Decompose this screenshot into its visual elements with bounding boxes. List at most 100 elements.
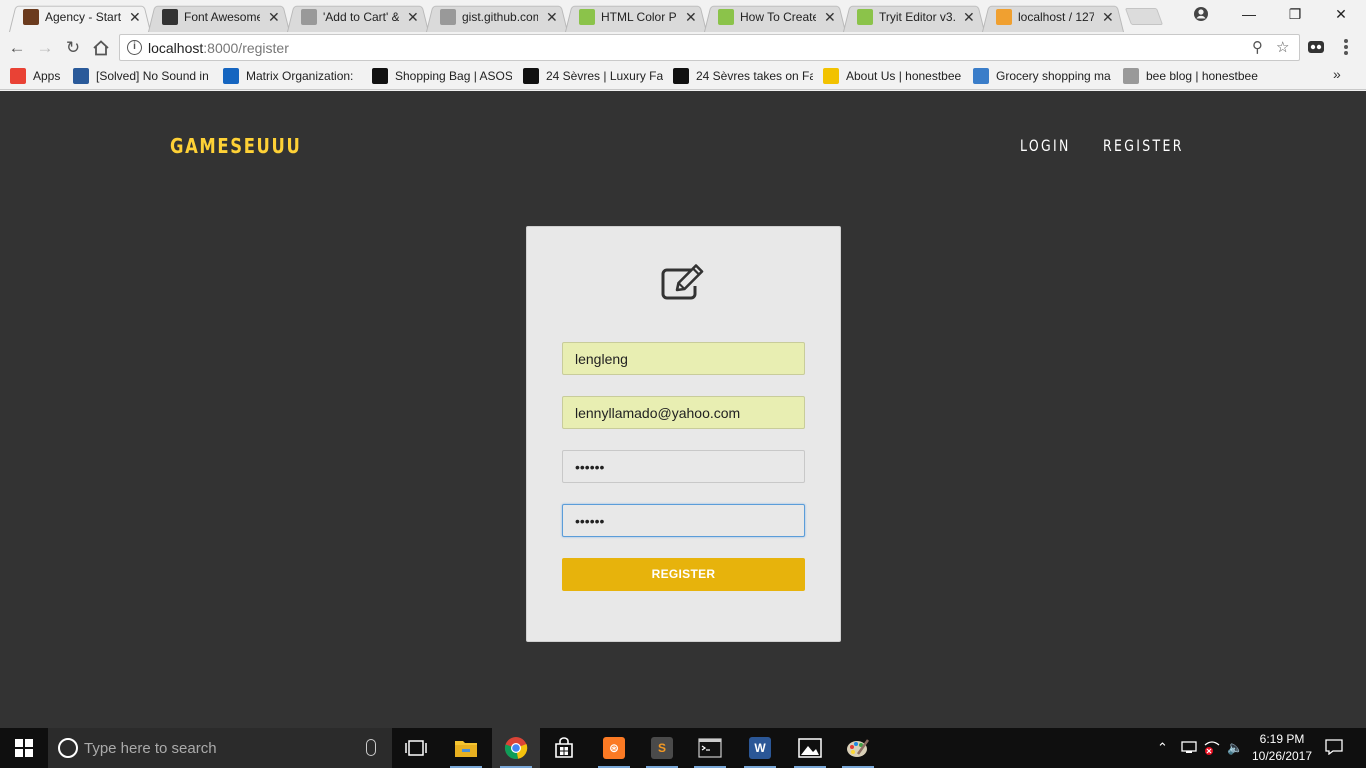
- bookmark-star-icon[interactable]: ☆: [1276, 39, 1289, 57]
- zoom-icon[interactable]: ⚲: [1252, 39, 1263, 57]
- browser-tab-strip: Agency - Start ✕ Font Awesome ✕ 'Add to Cart…: [0, 0, 1366, 33]
- url-text[interactable]: localhost:8000/register: [148, 40, 289, 56]
- bookmark-item[interactable]: Grocery shopping ma: [973, 67, 1113, 85]
- browser-tab[interactable]: Agency - Start ✕: [3, 3, 157, 32]
- browser-tab[interactable]: gist.github.com ✕: [420, 3, 574, 32]
- file-explorer-icon[interactable]: [442, 728, 490, 768]
- minimize-icon[interactable]: —: [1232, 4, 1266, 24]
- close-tab-icon[interactable]: ✕: [1102, 8, 1114, 26]
- sublime-text-icon[interactable]: S: [638, 728, 686, 768]
- browser-tab[interactable]: HTML Color Picker ✕: [559, 3, 713, 32]
- close-tab-icon[interactable]: ✕: [685, 8, 697, 26]
- close-tab-icon[interactable]: ✕: [129, 8, 141, 26]
- home-icon[interactable]: [89, 36, 113, 60]
- microphone-icon[interactable]: [366, 739, 376, 756]
- w3schools-favicon: [718, 9, 734, 25]
- site-info-icon[interactable]: i: [127, 40, 142, 55]
- task-view-icon[interactable]: [392, 728, 440, 768]
- chrome-icon[interactable]: [492, 728, 540, 768]
- phpmyadmin-favicon: [996, 9, 1012, 25]
- action-center-icon[interactable]: [1325, 739, 1343, 760]
- bookmark-label: 24 Sèvres | Luxury Fas: [546, 69, 663, 83]
- bookmark-label: [Solved] No Sound in: [96, 69, 208, 83]
- confirm-password-field[interactable]: [562, 504, 805, 537]
- start-button[interactable]: [0, 728, 48, 768]
- browser-toolbar: ← → ↻ i localhost:8000/register ⚲ ☆: [0, 33, 1366, 62]
- photos-icon[interactable]: [786, 728, 834, 768]
- system-clock[interactable]: 6:19 PM 10/26/2017: [1244, 731, 1320, 765]
- close-tab-icon[interactable]: ✕: [268, 8, 280, 26]
- browser-tab[interactable]: 'Add to Cart' & ✕: [281, 3, 435, 32]
- bookmark-label: bee blog | honestbee: [1146, 69, 1258, 83]
- restore-icon[interactable]: ❐: [1278, 4, 1312, 24]
- brand-logo[interactable]: GAMESEUUU: [170, 134, 301, 158]
- terminal-icon[interactable]: [686, 728, 734, 768]
- bookmark-item[interactable]: bee blog | honestbee: [1123, 67, 1263, 85]
- bookmark-item[interactable]: 24 Sèvres | Luxury Fas: [523, 67, 663, 85]
- clock-date: 10/26/2017: [1251, 749, 1313, 763]
- close-tab-icon[interactable]: ✕: [407, 8, 419, 26]
- bookmark-item[interactable]: Apps: [10, 67, 65, 85]
- tab-title: How To Create: [740, 10, 816, 24]
- back-arrow-icon[interactable]: ←: [5, 36, 29, 60]
- close-tab-icon[interactable]: ✕: [546, 8, 558, 26]
- taskbar-search[interactable]: Type here to search: [48, 728, 392, 768]
- browser-tab[interactable]: How To Create ✕: [698, 3, 852, 32]
- edit-icon: [661, 264, 704, 300]
- bookmark-item[interactable]: 24 Sèvres takes on Fa: [673, 67, 813, 85]
- nav-register-link[interactable]: REGISTER: [1103, 136, 1184, 155]
- matrix-favicon: [223, 68, 239, 84]
- bookmark-item[interactable]: Matrix Organization:: [223, 67, 358, 85]
- close-window-icon[interactable]: ✕: [1324, 4, 1358, 24]
- agency-favicon: [23, 9, 39, 25]
- browser-menu-icon[interactable]: [1341, 37, 1351, 57]
- asos-favicon: [372, 68, 388, 84]
- forum-favicon: [73, 68, 89, 84]
- browser-tab[interactable]: Font Awesome ✕: [142, 3, 296, 32]
- profile-icon[interactable]: [1184, 4, 1218, 24]
- bookmark-item[interactable]: About Us | honestbee: [823, 67, 963, 85]
- network-icon[interactable]: [1180, 739, 1198, 760]
- browser-tab[interactable]: Tryit Editor v3.5 ✕: [837, 3, 991, 32]
- word-icon[interactable]: W: [736, 728, 784, 768]
- email-field[interactable]: [562, 396, 805, 429]
- password-field[interactable]: [562, 450, 805, 483]
- bookmark-item[interactable]: [Solved] No Sound in: [73, 67, 208, 85]
- tab-title: Tryit Editor v3.5: [879, 10, 955, 24]
- tab-title: Agency - Start: [45, 10, 121, 24]
- register-button[interactable]: REGISTER: [562, 558, 805, 591]
- page-content: GAMESEUUU LOGIN REGISTER REGISTER: [0, 91, 1366, 728]
- tab-title: gist.github.com: [462, 10, 538, 24]
- cortana-icon: [58, 738, 78, 758]
- honestbee-favicon: [823, 68, 839, 84]
- windows-taskbar: Type here to search ⊛ S W ⌃ 🔈 6:19 PM 10…: [0, 728, 1366, 768]
- document-favicon: [301, 9, 317, 25]
- document-favicon: [440, 9, 456, 25]
- bookmark-label: 24 Sèvres takes on Fa: [696, 69, 813, 83]
- wifi-disconnected-icon[interactable]: [1203, 739, 1221, 760]
- store-icon[interactable]: [540, 728, 588, 768]
- bookmark-label: Apps: [33, 69, 61, 83]
- close-tab-icon[interactable]: ✕: [824, 8, 836, 26]
- bookmark-label: About Us | honestbee: [846, 69, 962, 83]
- new-tab-button[interactable]: [1124, 8, 1164, 25]
- extension-icon[interactable]: [1307, 38, 1325, 56]
- nav-login-link[interactable]: LOGIN: [1020, 136, 1071, 155]
- address-bar[interactable]: i localhost:8000/register ⚲ ☆: [119, 34, 1300, 61]
- tray-overflow-icon[interactable]: ⌃: [1157, 739, 1168, 757]
- flag-favicon: [162, 9, 178, 25]
- paint-icon[interactable]: [834, 728, 882, 768]
- xampp-icon[interactable]: ⊛: [590, 728, 638, 768]
- username-field[interactable]: [562, 342, 805, 375]
- forward-arrow-icon[interactable]: →: [33, 36, 57, 60]
- bookmark-label: Matrix Organization:: [246, 69, 354, 83]
- search-placeholder: Type here to search: [84, 740, 217, 757]
- close-tab-icon[interactable]: ✕: [963, 8, 975, 26]
- volume-icon[interactable]: 🔈: [1227, 739, 1243, 757]
- more-bookmarks-icon[interactable]: »: [1333, 66, 1341, 82]
- browser-tab[interactable]: localhost / 127 ✕: [976, 3, 1130, 32]
- 24-sevres-favicon: [523, 68, 539, 84]
- reload-icon[interactable]: ↻: [61, 36, 85, 60]
- bookmark-item[interactable]: Shopping Bag | ASOS: [372, 67, 512, 85]
- tab-title: localhost / 127: [1018, 10, 1094, 24]
